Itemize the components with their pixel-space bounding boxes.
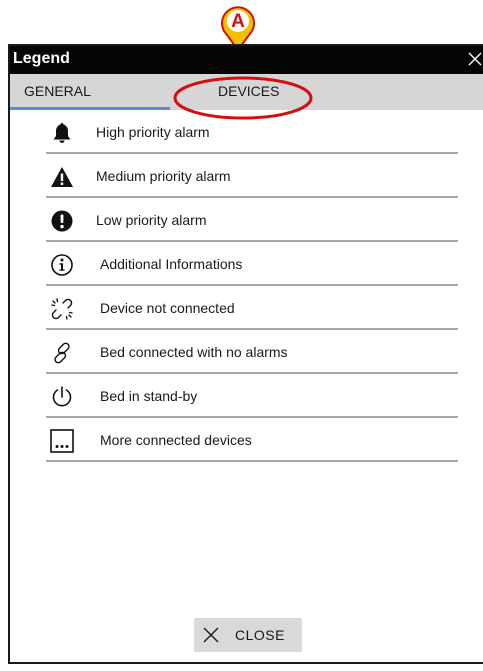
legend-item-label: Device not connected bbox=[100, 300, 235, 316]
legend-item-label: Bed in stand-by bbox=[100, 388, 198, 404]
ellipsis-box-icon bbox=[50, 429, 74, 453]
legend-item-bed-connected: Bed connected with no alarms bbox=[46, 330, 458, 374]
legend-item-additional-info: Additional Informations bbox=[46, 242, 458, 286]
legend-item-label: High priority alarm bbox=[96, 124, 210, 140]
legend-item-label: Bed connected with no alarms bbox=[100, 344, 288, 360]
info-circle-icon bbox=[50, 253, 74, 277]
legend-item-label: More connected devices bbox=[100, 432, 252, 448]
close-button[interactable]: CLOSE bbox=[194, 618, 302, 652]
legend-item-more-devices: More connected devices bbox=[46, 418, 458, 462]
exclamation-circle-icon bbox=[50, 209, 74, 233]
legend-item-label: Low priority alarm bbox=[96, 212, 207, 228]
close-icon[interactable] bbox=[467, 51, 483, 67]
title-bar: Legend bbox=[10, 46, 483, 74]
legend-item-label: Medium priority alarm bbox=[96, 168, 231, 184]
legend-item-low-priority: Low priority alarm bbox=[46, 198, 458, 242]
link-icon bbox=[50, 341, 74, 365]
close-x-icon bbox=[203, 627, 219, 643]
close-button-label: CLOSE bbox=[235, 627, 285, 643]
legend-item-medium-priority: Medium priority alarm bbox=[46, 154, 458, 198]
window-title: Legend bbox=[13, 50, 70, 67]
legend-item-standby: Bed in stand-by bbox=[46, 374, 458, 418]
broken-link-icon bbox=[50, 297, 74, 321]
marker-letter: A bbox=[231, 11, 245, 32]
annotation-ellipse bbox=[173, 76, 313, 120]
power-icon bbox=[50, 385, 74, 409]
legend-window: Legend GENERAL DEVICES High priority ala… bbox=[8, 44, 483, 664]
legend-list: High priority alarm Medium priority alar… bbox=[46, 110, 458, 462]
tab-general[interactable]: GENERAL bbox=[24, 83, 91, 99]
warning-triangle-icon bbox=[50, 165, 74, 189]
legend-item-label: Additional Informations bbox=[100, 256, 243, 272]
legend-item-not-connected: Device not connected bbox=[46, 286, 458, 330]
bell-icon bbox=[50, 121, 74, 145]
